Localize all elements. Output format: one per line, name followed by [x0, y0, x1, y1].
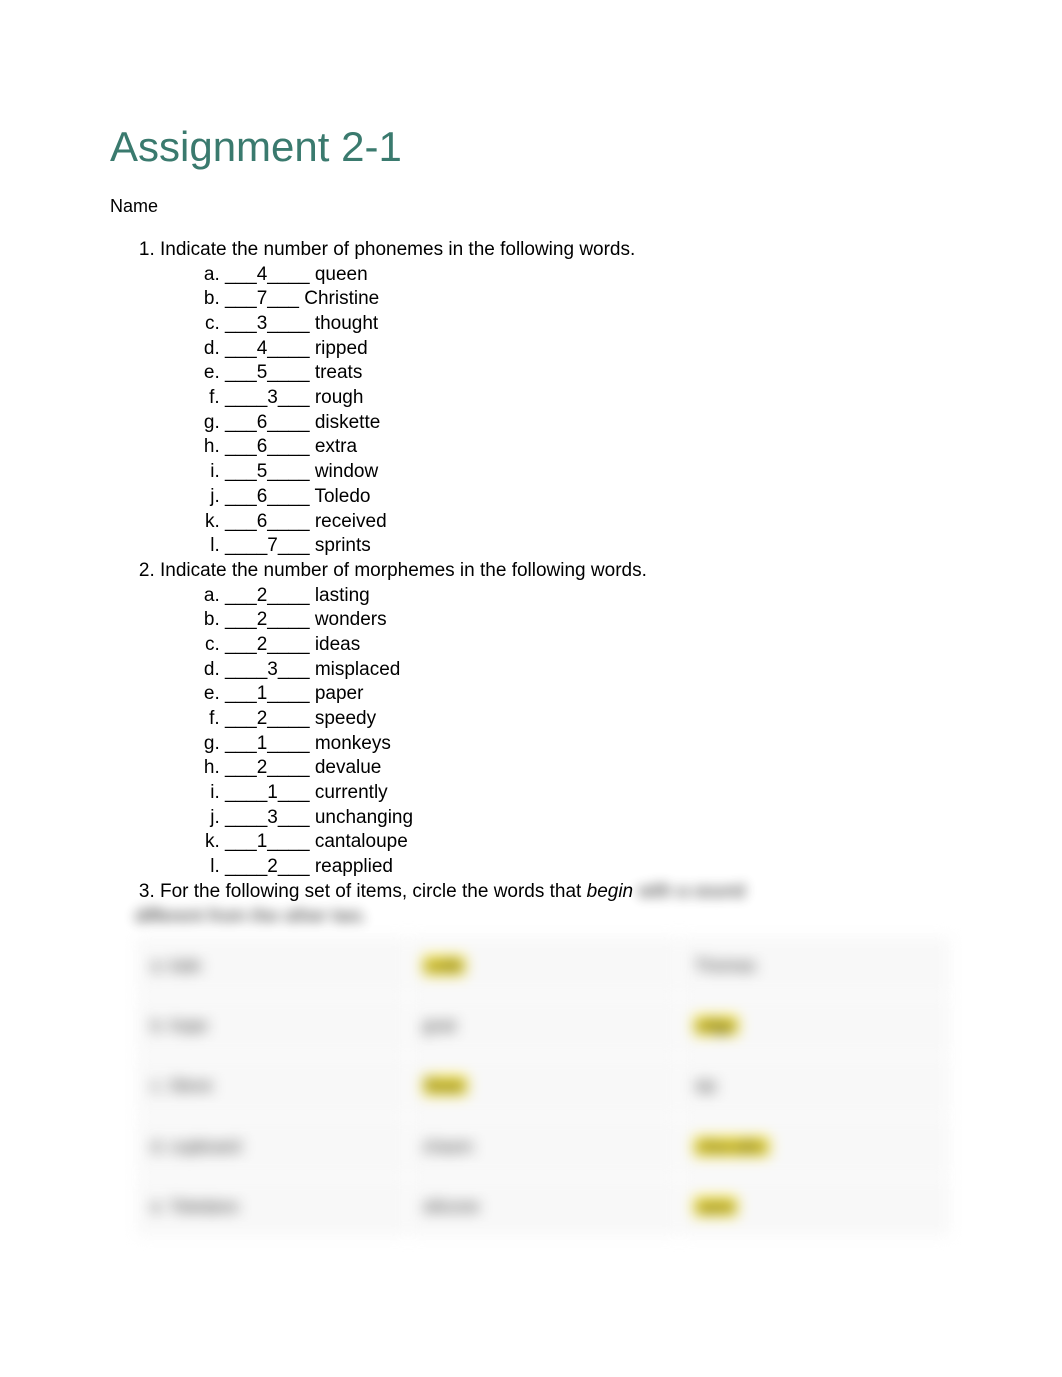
answer-line: ___4____ queen	[225, 264, 368, 285]
table-row: e. Toledanosiliconesane	[137, 1178, 950, 1236]
cell: d. cupboard	[137, 1118, 407, 1176]
list-item: ____3___ rough	[225, 386, 952, 411]
list-item: ___6____ diskette	[225, 411, 952, 436]
answer-line: ___2____ speedy	[225, 708, 376, 729]
list-item: ____3___ misplaced	[225, 658, 952, 683]
page-title: Assignment 2-1	[110, 120, 952, 175]
answer-line: ___6____ extra	[225, 436, 357, 457]
answer-line: ___6____ diskette	[225, 412, 380, 433]
answer-line: ____7___ sprints	[225, 535, 371, 556]
q3-table-section: a. kalecedeThomasb. hopegnatedgec. Steve…	[135, 935, 952, 1237]
cell: sip	[680, 1057, 950, 1115]
list-item: ___5____ window	[225, 460, 952, 485]
list-item: ___2____ speedy	[225, 707, 952, 732]
answer-line: ___3____ thought	[225, 313, 378, 334]
q1-prompt: Indicate the number of phonemes in the f…	[160, 238, 952, 263]
q1-items: ___4____ queen ___7___ Christine ___3____ …	[225, 263, 952, 559]
cell: edge	[680, 997, 950, 1055]
main-question-list: Indicate the number of phonemes in the f…	[160, 238, 952, 905]
question-2: Indicate the number of morphemes in the …	[160, 559, 952, 880]
table-row: d. cupboardchasmcherubic	[137, 1118, 950, 1176]
cell: sane	[680, 1178, 950, 1236]
answer-line: ___1____ monkeys	[225, 733, 391, 754]
answer-line: ____1___ currently	[225, 782, 388, 803]
answer-line: ___2____ wonders	[225, 609, 387, 630]
table-row: b. hopegnatedge	[137, 997, 950, 1055]
answer-line: ___6____ Toledo	[225, 486, 370, 507]
table-row: c. SteveSeansip	[137, 1057, 950, 1115]
q3-prompt-a: For the following set of items, circle t…	[160, 881, 587, 902]
q3-blur-line: different from the other two.	[135, 905, 952, 930]
cell: b. hope	[137, 997, 407, 1055]
list-item: ___1____ cantaloupe	[225, 830, 952, 855]
answer-line: ____3___ rough	[225, 387, 363, 408]
cell: gnat	[409, 997, 679, 1055]
answer-line: ___6____ received	[225, 511, 387, 532]
question-1: Indicate the number of phonemes in the f…	[160, 238, 952, 559]
table-row: a. kalecedeThomas	[137, 937, 950, 995]
list-item: ___6____ Toledo	[225, 485, 952, 510]
answer-line: ___5____ window	[225, 461, 378, 482]
q2-prompt: Indicate the number of morphemes in the …	[160, 559, 952, 584]
answer-line: ____3___ misplaced	[225, 659, 400, 680]
q3-table: a. kalecedeThomasb. hopegnatedgec. Steve…	[135, 935, 952, 1237]
name-label: Name	[110, 195, 952, 218]
cell: Sean	[409, 1057, 679, 1115]
cell: cede	[409, 937, 679, 995]
list-item: ____2___ reapplied	[225, 855, 952, 880]
list-item: ____7___ sprints	[225, 534, 952, 559]
cell: cherubic	[680, 1118, 950, 1176]
answer-line: ____2___ reapplied	[225, 856, 393, 877]
list-item: ___2____ devalue	[225, 756, 952, 781]
list-item: ___6____ extra	[225, 435, 952, 460]
cell: chasm	[409, 1118, 679, 1176]
list-item: ___4____ ripped	[225, 337, 952, 362]
list-item: ___4____ queen	[225, 263, 952, 288]
list-item: ____1___ currently	[225, 781, 952, 806]
answer-line: ___2____ devalue	[225, 757, 381, 778]
answer-line: ___4____ ripped	[225, 338, 368, 359]
list-item: ___5____ treats	[225, 361, 952, 386]
q3-prompt-italic: begin	[587, 881, 634, 902]
list-item: ___2____ lasting	[225, 584, 952, 609]
q2-items: ___2____ lasting ___2____ wonders ___2____…	[225, 584, 952, 880]
cell: a. kale	[137, 937, 407, 995]
list-item: ___2____ ideas	[225, 633, 952, 658]
cell: Thomas	[680, 937, 950, 995]
list-item: ___2____ wonders	[225, 608, 952, 633]
answer-line: ___1____ cantaloupe	[225, 831, 408, 852]
cell: c. Steve	[137, 1057, 407, 1115]
answer-line: ___7___ Christine	[225, 288, 379, 309]
list-item: ___6____ received	[225, 510, 952, 535]
answer-line: ___2____ ideas	[225, 634, 360, 655]
cell: silicone	[409, 1178, 679, 1236]
answer-line: ___1____ paper	[225, 683, 363, 704]
q3-prompt-tail: with a sound	[633, 881, 745, 902]
answer-line: ___2____ lasting	[225, 585, 370, 606]
list-item: ___7___ Christine	[225, 287, 952, 312]
answer-line: ____3___ unchanging	[225, 807, 413, 828]
list-item: ___1____ monkeys	[225, 732, 952, 757]
list-item: ___1____ paper	[225, 682, 952, 707]
question-3: For the following set of items, circle t…	[160, 880, 952, 905]
list-item: ____3___ unchanging	[225, 806, 952, 831]
list-item: ___3____ thought	[225, 312, 952, 337]
cell: e. Toledano	[137, 1178, 407, 1236]
answer-line: ___5____ treats	[225, 362, 362, 383]
